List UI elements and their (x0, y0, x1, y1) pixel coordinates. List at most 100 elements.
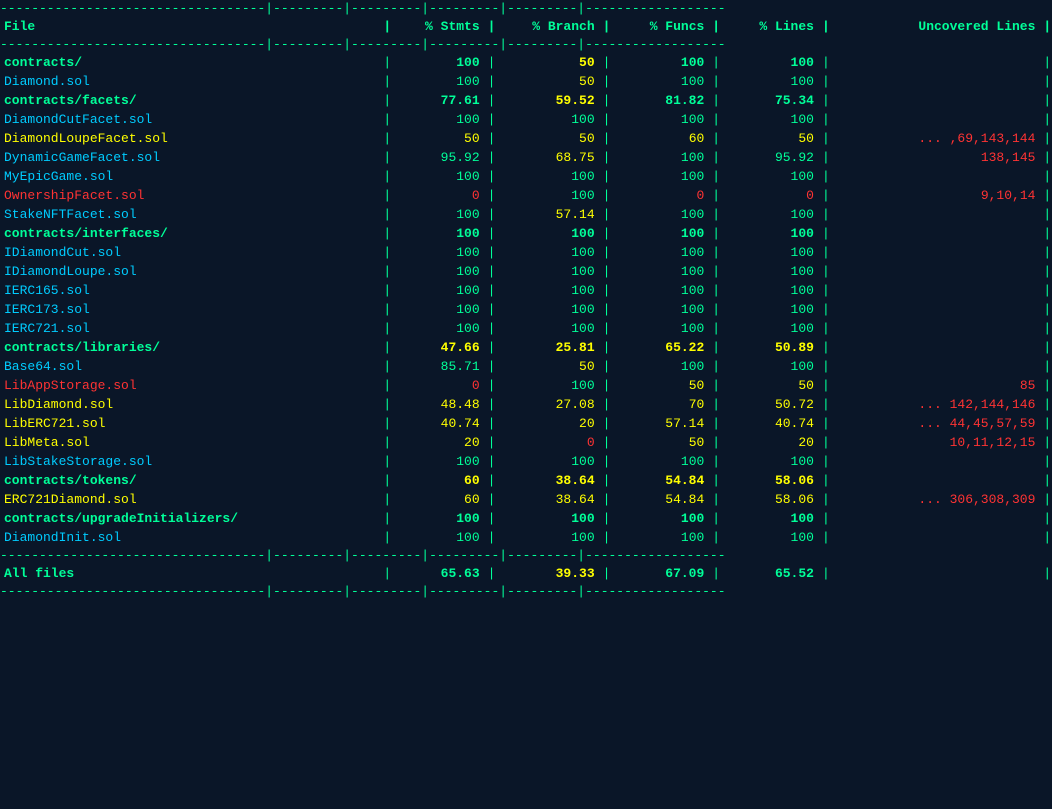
cell-uncovered: 10,11,12,15 (830, 433, 1043, 452)
cell-file: ERC721Diamond.sol (0, 490, 383, 509)
cell-file: StakeNFTFacet.sol (0, 205, 383, 224)
divider-row: ----------------------------------|-----… (0, 36, 1052, 53)
cell-lines: 100 (721, 262, 822, 281)
cell-stmts: 100 (392, 262, 488, 281)
cell-funcs: 54.84 (611, 471, 712, 490)
cell-branch: 50 (496, 53, 602, 72)
cell-uncovered (830, 509, 1043, 528)
cell-stmts: 100 (392, 72, 488, 91)
cell-uncovered (830, 110, 1043, 129)
cell-lines: 50.89 (721, 338, 822, 357)
cell-file: IERC165.sol (0, 281, 383, 300)
cell-branch: 100 (496, 300, 602, 319)
cell-funcs: 100 (611, 53, 712, 72)
cell-lines: 75.34 (721, 91, 822, 110)
cell-uncovered (830, 281, 1043, 300)
cell-branch: 100 (496, 186, 602, 205)
cell-lines: 100 (721, 300, 822, 319)
cell-file: IDiamondCut.sol (0, 243, 383, 262)
cell-stmts: 50 (392, 129, 488, 148)
cell-funcs: 100 (611, 300, 712, 319)
coverage-table: ----------------------------------|-----… (0, 0, 1052, 600)
table-row: LibDiamond.sol|48.48|27.08|70|50.72|... … (0, 395, 1052, 414)
cell-stmts: 60 (392, 490, 488, 509)
cell-funcs: 100 (611, 452, 712, 471)
cell-stmts: 100 (392, 224, 488, 243)
cell-uncovered (830, 300, 1043, 319)
cell-funcs: 65.22 (611, 338, 712, 357)
cell-stmts: 60 (392, 471, 488, 490)
cell-file: LibDiamond.sol (0, 395, 383, 414)
cell-uncovered (830, 471, 1043, 490)
table-row: DiamondInit.sol|100|100|100|100|| (0, 528, 1052, 547)
cell-lines: 100 (721, 110, 822, 129)
cell-lines: 100 (721, 452, 822, 471)
cell-uncovered (830, 357, 1043, 376)
table-row: LibERC721.sol|40.74|20|57.14|40.74|... 4… (0, 414, 1052, 433)
cell-branch: 100 (496, 376, 602, 395)
cell-stmts: 0 (392, 376, 488, 395)
coverage-table-container: ----------------------------------|-----… (0, 0, 1052, 809)
cell-funcs: 60 (611, 129, 712, 148)
cell-stmts: 100 (392, 281, 488, 300)
cell-uncovered (830, 452, 1043, 471)
cell-branch: 100 (496, 281, 602, 300)
cell-funcs: 100 (611, 528, 712, 547)
col-header-lines: % Lines (721, 17, 822, 36)
col-header-uncovered: Uncovered Lines (830, 17, 1043, 36)
cell-lines: 20 (721, 433, 822, 452)
cell-file: contracts/ (0, 53, 383, 72)
cell-branch: 50 (496, 357, 602, 376)
cell-uncovered: ... 306,308,309 (830, 490, 1043, 509)
cell-lines: 50 (721, 376, 822, 395)
cell-stmts: 100 (392, 167, 488, 186)
cell-file: IDiamondLoupe.sol (0, 262, 383, 281)
cell-funcs: 81.82 (611, 91, 712, 110)
cell-lines: 100 (721, 509, 822, 528)
cell-funcs: 0 (611, 186, 712, 205)
cell-file: contracts/tokens/ (0, 471, 383, 490)
cell-branch: 0 (496, 433, 602, 452)
cell-file: LibAppStorage.sol (0, 376, 383, 395)
cell-lines: 58.06 (721, 490, 822, 509)
cell-stmts: 100 (392, 243, 488, 262)
cell-lines: 100 (721, 205, 822, 224)
cell-lines: 100 (721, 224, 822, 243)
cell-lines: 100 (721, 319, 822, 338)
cell-branch: 100 (496, 110, 602, 129)
cell-file: OwnershipFacet.sol (0, 186, 383, 205)
cell-funcs: 50 (611, 433, 712, 452)
footer-funcs: 67.09 (611, 564, 712, 583)
table-row: LibStakeStorage.sol|100|100|100|100|| (0, 452, 1052, 471)
footer-uncovered (830, 564, 1043, 583)
cell-branch: 100 (496, 452, 602, 471)
table-row: LibMeta.sol|20|0|50|20|10,11,12,15| (0, 433, 1052, 452)
cell-stmts: 77.61 (392, 91, 488, 110)
cell-uncovered: 85 (830, 376, 1043, 395)
cell-file: MyEpicGame.sol (0, 167, 383, 186)
cell-stmts: 47.66 (392, 338, 488, 357)
cell-lines: 40.74 (721, 414, 822, 433)
cell-file: DiamondCutFacet.sol (0, 110, 383, 129)
table-row: contracts/|100|50|100|100|| (0, 53, 1052, 72)
cell-lines: 50 (721, 129, 822, 148)
cell-stmts: 100 (392, 319, 488, 338)
cell-branch: 57.14 (496, 205, 602, 224)
col-header-funcs: % Funcs (611, 17, 712, 36)
cell-lines: 100 (721, 243, 822, 262)
cell-stmts: 100 (392, 300, 488, 319)
table-row: LibAppStorage.sol|0|100|50|50|85| (0, 376, 1052, 395)
cell-uncovered (830, 528, 1043, 547)
cell-uncovered (830, 262, 1043, 281)
table-row: contracts/upgradeInitializers/|100|100|1… (0, 509, 1052, 528)
cell-funcs: 100 (611, 262, 712, 281)
table-row: DynamicGameFacet.sol|95.92|68.75|100|95.… (0, 148, 1052, 167)
cell-file: contracts/facets/ (0, 91, 383, 110)
cell-file: contracts/upgradeInitializers/ (0, 509, 383, 528)
cell-branch: 25.81 (496, 338, 602, 357)
table-row: contracts/libraries/|47.66|25.81|65.22|5… (0, 338, 1052, 357)
cell-branch: 100 (496, 243, 602, 262)
cell-stmts: 100 (392, 205, 488, 224)
cell-funcs: 100 (611, 110, 712, 129)
table-row: contracts/tokens/|60|38.64|54.84|58.06|| (0, 471, 1052, 490)
